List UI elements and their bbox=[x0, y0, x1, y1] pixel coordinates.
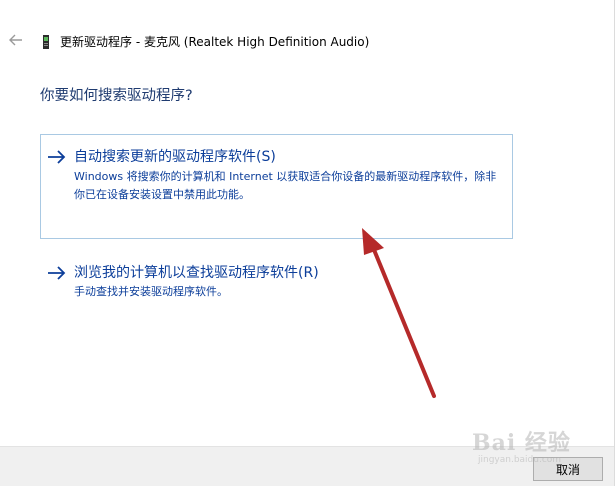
window-title: 更新驱动程序 - 麦克风 (Realtek High Definition Au… bbox=[60, 35, 370, 49]
page-heading: 你要如何搜索驱动程序? bbox=[40, 88, 193, 104]
browse-computer-option[interactable]: 浏览我的计算机以查找驱动程序软件(R) 手动查找并安装驱动程序软件。 bbox=[40, 253, 513, 313]
right-arrow-icon bbox=[47, 265, 67, 280]
auto-search-title: 自动搜索更新的驱动程序软件(S) bbox=[74, 149, 276, 165]
red-annotation-arrow bbox=[362, 228, 436, 398]
update-driver-dialog: 更新驱动程序 - 麦克风 (Realtek High Definition Au… bbox=[0, 0, 615, 486]
microphone-device-icon bbox=[41, 34, 51, 49]
browse-computer-title: 浏览我的计算机以查找驱动程序软件(R) bbox=[74, 265, 319, 281]
auto-search-option[interactable]: 自动搜索更新的驱动程序软件(S) Windows 将搜索你的计算机和 Inter… bbox=[40, 134, 513, 239]
back-arrow-icon[interactable] bbox=[6, 30, 26, 50]
cancel-button[interactable]: 取消 bbox=[533, 457, 603, 481]
dialog-footer: 取消 bbox=[0, 446, 614, 486]
right-arrow-icon bbox=[47, 149, 67, 164]
auto-search-description: Windows 将搜索你的计算机和 Internet 以获取适合你设备的最新驱动… bbox=[74, 170, 497, 201]
browse-computer-description: 手动查找并安装驱动程序软件。 bbox=[74, 285, 228, 298]
